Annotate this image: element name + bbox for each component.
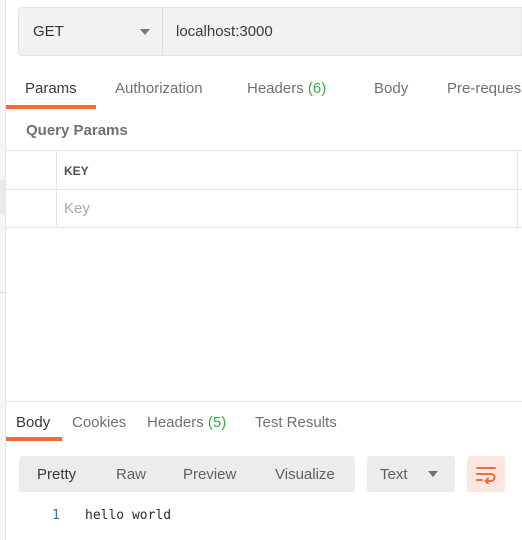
wrap-lines-icon xyxy=(476,467,496,484)
request-tabs: Params Authorization Headers (6) Body Pr… xyxy=(6,64,522,110)
tab-params-label: Params xyxy=(25,80,77,97)
pretty-button[interactable]: Pretty xyxy=(37,456,76,492)
active-tab-indicator xyxy=(6,105,96,109)
tab-params[interactable]: Params xyxy=(25,80,77,97)
response-body-text: hello world xyxy=(85,508,172,523)
sidebar-edge-divider xyxy=(0,292,6,293)
chevron-down-icon xyxy=(428,471,438,477)
response-divider[interactable] xyxy=(6,401,522,402)
tab-pre-request[interactable]: Pre-reques xyxy=(447,80,521,97)
response-tab-cookies[interactable]: Cookies xyxy=(72,414,126,431)
wrap-lines-button[interactable] xyxy=(467,456,505,492)
line-number: 1 xyxy=(52,508,60,523)
format-select[interactable]: Text xyxy=(367,456,455,492)
response-tab-headers[interactable]: Headers (5) xyxy=(147,414,226,431)
tab-headers[interactable]: Headers (6) xyxy=(247,80,326,97)
params-table: KEY Key xyxy=(6,150,522,228)
tab-pre-request-label: Pre-reques xyxy=(447,80,522,97)
tab-body-label: Body xyxy=(374,80,409,97)
chevron-down-icon xyxy=(140,29,150,35)
response-tab-test-results[interactable]: Test Results xyxy=(255,414,337,431)
method-label: GET xyxy=(33,23,64,40)
query-params-title: Query Params xyxy=(26,122,128,139)
tab-authorization-label: Authorization xyxy=(115,80,203,97)
preview-button[interactable]: Preview xyxy=(183,456,236,492)
format-label: Text xyxy=(380,465,408,483)
key-input[interactable]: Key xyxy=(64,200,90,217)
response-active-tab-indicator xyxy=(6,437,62,441)
visualize-button[interactable]: Visualize xyxy=(275,456,335,492)
tab-headers-count: (6) xyxy=(307,80,327,97)
tab-body[interactable]: Body xyxy=(374,80,408,97)
response-tab-cookies-label: Cookies xyxy=(72,414,127,431)
tab-headers-label: Headers xyxy=(247,80,304,97)
tab-authorization[interactable]: Authorization xyxy=(115,80,203,97)
response-tab-body-label: Body xyxy=(16,414,51,431)
url-bar: GET localhost:3000 xyxy=(18,7,522,56)
key-column-header: KEY xyxy=(64,164,89,178)
method-select[interactable]: GET xyxy=(19,8,163,55)
table-row-divider xyxy=(6,189,522,190)
response-tab-test-results-label: Test Results xyxy=(255,414,337,431)
response-tab-headers-count: (5) xyxy=(207,414,227,431)
view-mode-group: Pretty Raw Preview Visualize xyxy=(19,456,355,492)
response-tab-headers-label: Headers xyxy=(147,414,204,431)
url-input[interactable]: localhost:3000 xyxy=(176,8,273,55)
raw-button[interactable]: Raw xyxy=(116,456,146,492)
response-tab-body[interactable]: Body xyxy=(16,414,50,431)
